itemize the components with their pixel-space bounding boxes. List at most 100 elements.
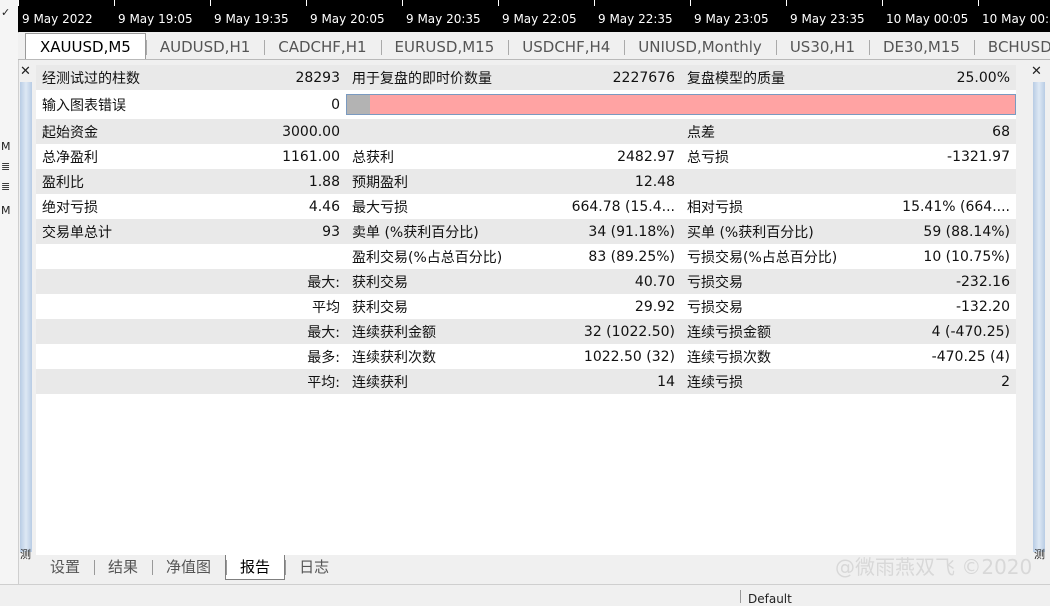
chart-tab-de30-m15[interactable]: DE30,M15 bbox=[869, 34, 974, 59]
report-label: 交易单总计 bbox=[36, 219, 196, 244]
report-label: 亏损交易 bbox=[681, 294, 881, 319]
chart-tab-us30-h1[interactable]: US30,H1 bbox=[775, 34, 869, 59]
tester-tab-2[interactable]: 净值图 bbox=[152, 555, 225, 577]
table-row: 最大: 连续获利金额 32 (1022.50) 连续亏损金额 4 (-470.25) bbox=[36, 319, 1016, 344]
table-row: 交易单总计 93 卖单 (%获利百分比) 34 (91.18%) 买单 (%获利百分比)… bbox=[36, 219, 1016, 244]
table-row: 绝对亏损 4.46 最大亏损 664.78 (15.4... 相对亏损 15.41% (6… bbox=[36, 194, 1016, 219]
chart-time-axis: 9 May 2022 9 May 19:05 9 May 19:35 9 May 20… bbox=[18, 0, 1050, 32]
gutter-glyph-m: M bbox=[1, 140, 11, 153]
time-axis-tick bbox=[882, 0, 883, 6]
chart-tab-xauusd-m5[interactable]: XAUUSD,M5 bbox=[25, 33, 146, 59]
report-value: 1022.50 (32) bbox=[551, 344, 681, 369]
report-label: 盈利交易(%占总百分比) bbox=[346, 244, 551, 269]
chart-tab-audusd-h1[interactable]: AUDUSD,H1 bbox=[145, 34, 264, 59]
time-axis-tick bbox=[402, 0, 403, 6]
gutter-glyph-bars: ≣ bbox=[1, 180, 11, 193]
report-label bbox=[36, 369, 196, 394]
table-row: 盈利比 1.88 预期盈利 12.48 bbox=[36, 169, 1016, 194]
chart-tab-eurusd-m15[interactable]: EURUSD,M15 bbox=[380, 34, 509, 59]
time-axis-tick bbox=[978, 0, 979, 6]
tester-tab-3[interactable]: 报告 bbox=[225, 555, 286, 580]
report-label: 起始资金 bbox=[36, 119, 196, 144]
chart-tab-cadchf-h1[interactable]: CADCHF,H1 bbox=[264, 34, 380, 59]
time-axis-label: 9 May 19:35 bbox=[214, 12, 289, 26]
report-label bbox=[346, 119, 551, 144]
time-axis-tick bbox=[786, 0, 787, 6]
report-value: 平均 bbox=[196, 294, 346, 319]
time-axis-label: 9 May 23:05 bbox=[694, 12, 769, 26]
report-label: 用于复盘的即时价数量 bbox=[346, 65, 551, 90]
chart-tab-usdchf-h4[interactable]: USDCHF,H4 bbox=[508, 34, 624, 59]
close-icon[interactable]: ✕ bbox=[1031, 64, 1042, 79]
close-icon[interactable]: ✕ bbox=[20, 64, 31, 79]
report-label: 连续获利 bbox=[346, 369, 551, 394]
gutter-glyph-bars: ≣ bbox=[1, 160, 11, 173]
time-axis-label: 9 May 20:35 bbox=[406, 12, 481, 26]
report-value: -232.16 bbox=[881, 269, 1016, 294]
chart-tab-bchusd-h1[interactable]: BCHUSD,H1 bbox=[973, 34, 1050, 59]
report-value: 12.48 bbox=[551, 169, 681, 194]
time-axis-tick bbox=[498, 0, 499, 6]
strategy-tester-report: 经测试过的柱数 28293 用于复盘的即时价数量 2227676 复盘模型的质量 25.0… bbox=[36, 65, 1016, 555]
report-label: 复盘模型的质量 bbox=[681, 65, 881, 90]
time-axis-label: 9 May 23:35 bbox=[790, 12, 865, 26]
report-label: 连续亏损金额 bbox=[681, 319, 881, 344]
report-value bbox=[881, 169, 1016, 194]
report-label bbox=[681, 169, 881, 194]
time-axis-label: 10 May 00:05 bbox=[886, 12, 969, 26]
tester-tab-0[interactable]: 设置 bbox=[36, 555, 94, 577]
report-value bbox=[196, 244, 346, 269]
report-value: 14 bbox=[551, 369, 681, 394]
report-value: -470.25 (4) bbox=[881, 344, 1016, 369]
report-value: 1.88 bbox=[196, 169, 346, 194]
report-value: 3000.00 bbox=[196, 119, 346, 144]
report-value: 4.46 bbox=[196, 194, 346, 219]
table-row: 输入图表错误 0 bbox=[36, 90, 1016, 119]
status-profile: Default bbox=[748, 592, 792, 606]
report-value: 1161.00 bbox=[196, 144, 346, 169]
report-label bbox=[36, 269, 196, 294]
time-axis-tick bbox=[306, 0, 307, 6]
report-value: 4 (-470.25) bbox=[881, 319, 1016, 344]
modeling-quality-bar-fill bbox=[347, 95, 371, 114]
report-value: 2482.97 bbox=[551, 144, 681, 169]
report-label bbox=[36, 294, 196, 319]
time-axis-label: 9 May 20:05 bbox=[310, 12, 385, 26]
report-label: 买单 (%获利百分比) bbox=[681, 219, 881, 244]
time-axis-tick bbox=[690, 0, 691, 6]
report-value: 28293 bbox=[196, 65, 346, 90]
panel-side-grip-right[interactable] bbox=[1033, 82, 1045, 552]
report-label: 连续获利次数 bbox=[346, 344, 551, 369]
report-value: -132.20 bbox=[881, 294, 1016, 319]
time-axis-label: 10 May 00:35 bbox=[982, 12, 1050, 26]
tester-tab-1[interactable]: 结果 bbox=[94, 555, 152, 577]
tester-side-label: 测 bbox=[20, 548, 31, 561]
report-value: 32 (1022.50) bbox=[551, 319, 681, 344]
table-row: 总净盈利 1161.00 总获利 2482.97 总亏损 -1321.97 bbox=[36, 144, 1016, 169]
report-value: 40.70 bbox=[551, 269, 681, 294]
time-axis-label: 9 May 22:35 bbox=[598, 12, 673, 26]
chart-tab-uniusd-monthly[interactable]: UNIUSD,Monthly bbox=[624, 34, 776, 59]
panel-side-grip-left[interactable] bbox=[20, 82, 32, 552]
watermark-text: @微雨燕双飞 ©2020 bbox=[835, 555, 1033, 579]
table-row: 最大: 获利交易 40.70 亏损交易 -232.16 bbox=[36, 269, 1016, 294]
table-row: 盈利交易(%占总百分比) 83 (89.25%) 亏损交易(%占总百分比) 10 (1… bbox=[36, 244, 1016, 269]
report-label: 总净盈利 bbox=[36, 144, 196, 169]
report-label: 最大亏损 bbox=[346, 194, 551, 219]
time-axis-label: 9 May 2022 bbox=[22, 12, 93, 26]
report-label: 相对亏损 bbox=[681, 194, 881, 219]
report-value: 83 (89.25%) bbox=[551, 244, 681, 269]
report-value: 29.92 bbox=[551, 294, 681, 319]
report-label bbox=[36, 244, 196, 269]
time-axis-tick bbox=[18, 0, 19, 6]
report-label: 输入图表错误 bbox=[36, 90, 196, 119]
time-axis-label: 9 May 19:05 bbox=[118, 12, 193, 26]
checkmark-icon: ✓ bbox=[1, 6, 11, 19]
gutter-glyph-m: M bbox=[1, 204, 11, 217]
tester-tab-4[interactable]: 日志 bbox=[285, 555, 343, 577]
report-label: 连续获利金额 bbox=[346, 319, 551, 344]
table-row: 经测试过的柱数 28293 用于复盘的即时价数量 2227676 复盘模型的质量 25.0… bbox=[36, 65, 1016, 90]
report-label: 点差 bbox=[681, 119, 881, 144]
report-label: 经测试过的柱数 bbox=[36, 65, 196, 90]
report-label: 盈利比 bbox=[36, 169, 196, 194]
